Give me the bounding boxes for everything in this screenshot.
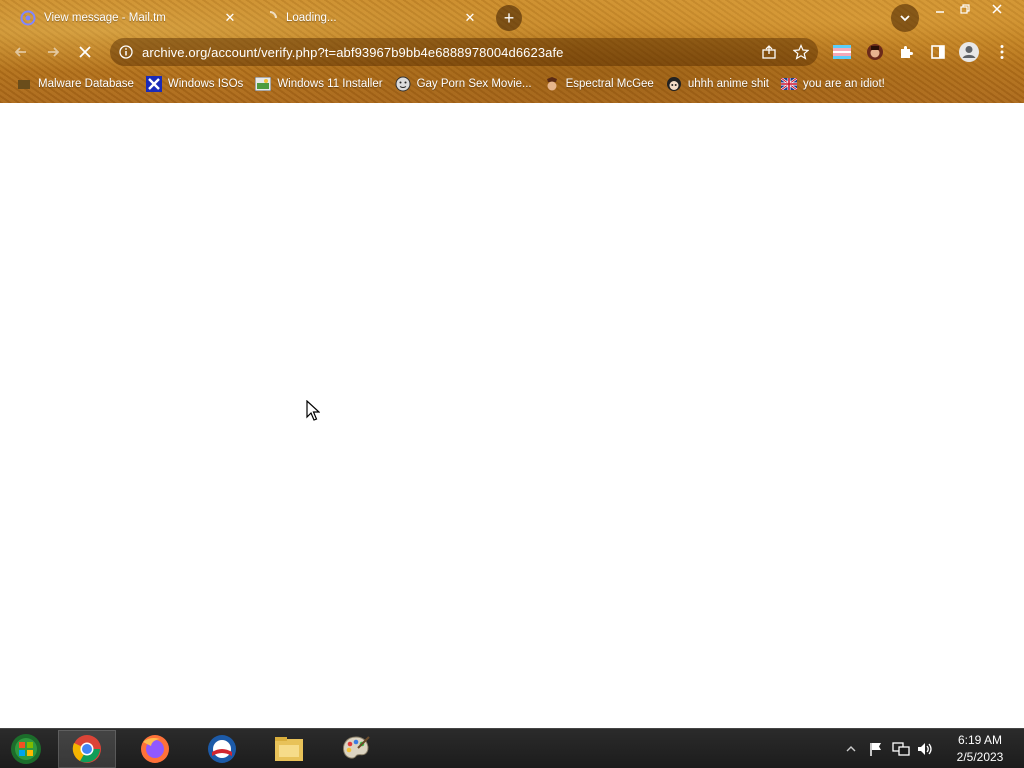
close-window-button[interactable] [984,0,1010,18]
bookmark-label: uhhh anime shit [687,78,770,90]
tab-title: Loading... [286,12,337,24]
bookmark-windows-11-installer[interactable]: Windows 11 Installer [249,73,388,95]
site-info-icon[interactable] [118,44,134,60]
menu-kebab-icon[interactable] [991,41,1013,63]
toolbar: archive.org/account/verify.php?t=abf9396… [0,34,1024,70]
extensions-puzzle-icon[interactable] [895,41,917,63]
paint-palette-icon [343,736,370,759]
extension-flag-icon[interactable] [831,41,853,63]
folder-icon [275,737,303,761]
network-icon [892,742,910,756]
speaker-icon [918,743,932,755]
bookmark-windows-isos[interactable]: Windows ISOs [140,73,249,95]
mailtm-icon [20,10,36,26]
close-icon [992,4,1002,14]
close-tab-icon[interactable]: ✕ [220,8,240,28]
close-tab-icon[interactable]: ✕ [460,8,480,28]
back-button[interactable] [8,39,34,65]
share-icon[interactable] [760,43,778,61]
chevron-up-icon [846,746,856,752]
minimize-icon [936,11,944,13]
stop-loading-button[interactable] [72,39,98,65]
taskbar-chrome[interactable] [58,730,116,768]
close-icon [79,46,91,58]
bookmark-you-are-an-idiot[interactable]: you are an idiot! [775,73,891,95]
taskbar-firefox[interactable] [126,730,184,768]
bookmark-label: Windows ISOs [167,78,244,90]
action-center-flag[interactable] [866,737,886,761]
taskbar: 6:19 AM 2/5/2023 [0,728,1024,768]
bookmark-malware-database[interactable]: Malware Database [10,73,140,95]
chevron-down-icon [900,15,910,22]
taskbar-file-explorer[interactable] [260,730,318,768]
bookmark-label: Espectral McGee [565,78,654,90]
x-icon [145,76,162,92]
bookmark-star-icon[interactable] [792,43,810,61]
arrow-right-icon [48,47,60,57]
bookmark-espectral-mcgee[interactable]: Espectral McGee [538,73,660,95]
show-hidden-icons-button[interactable] [844,737,858,761]
side-panel-icon[interactable] [927,41,949,63]
clock-date: 2/5/2023 [956,750,1004,764]
restore-icon [960,4,970,14]
windows-orb-icon [11,734,41,764]
start-button[interactable] [6,731,46,767]
flag-icon [870,743,881,756]
forward-button[interactable] [40,39,66,65]
obama-logo-icon [208,735,236,763]
profile-avatar-icon[interactable] [958,41,980,63]
page-content[interactable] [0,103,1024,728]
tab-loading[interactable]: Loading... ✕ [250,3,486,33]
bookmark-label: Gay Porn Sex Movie... [416,78,532,90]
bookmarks-bar: Malware Database Windows ISOs Windows 11… [0,72,1024,96]
bookmark-label: you are an idiot! [803,78,885,90]
browser-chrome: View message - Mail.tm ✕ Loading... ✕ + [0,0,1024,103]
clock-time: 6:19 AM [957,733,1003,747]
system-clock[interactable]: 6:19 AM 2/5/2023 [940,732,1020,766]
arrow-left-icon [14,47,26,57]
flag-icon [781,76,798,92]
tab-strip: View message - Mail.tm ✕ Loading... ✕ + [0,0,1024,34]
restore-button[interactable] [952,0,978,18]
anime-icon [666,76,682,92]
image-icon [255,76,272,92]
volume-control[interactable] [914,737,936,761]
character-icon [544,76,560,92]
folder-icon [16,76,32,92]
bookmark-gay-porn-sex-movie[interactable]: Gay Porn Sex Movie... [389,73,538,95]
tab-view-message[interactable]: View message - Mail.tm ✕ [8,3,246,33]
face-icon [395,76,411,92]
address-bar[interactable]: archive.org/account/verify.php?t=abf9396… [110,38,818,66]
taskbar-browser-blue[interactable] [193,730,251,768]
network-status[interactable] [890,737,912,761]
mouse-cursor-icon [306,400,320,421]
taskbar-paint[interactable] [327,730,385,768]
firefox-icon [141,735,169,763]
minimize-button[interactable] [927,0,953,18]
tab-title: View message - Mail.tm [44,12,166,24]
url-text: archive.org/account/verify.php?t=abf9396… [142,44,564,60]
extension-avatar-icon[interactable] [864,41,886,63]
bookmark-label: Windows 11 Installer [277,78,383,90]
bookmark-label: Malware Database [38,78,134,90]
chrome-icon [72,735,101,763]
loading-spinner-icon [262,10,278,26]
tab-search-button[interactable] [891,4,919,32]
new-tab-button[interactable]: + [496,5,522,31]
bookmark-uhhh-anime-shit[interactable]: uhhh anime shit [660,73,775,95]
